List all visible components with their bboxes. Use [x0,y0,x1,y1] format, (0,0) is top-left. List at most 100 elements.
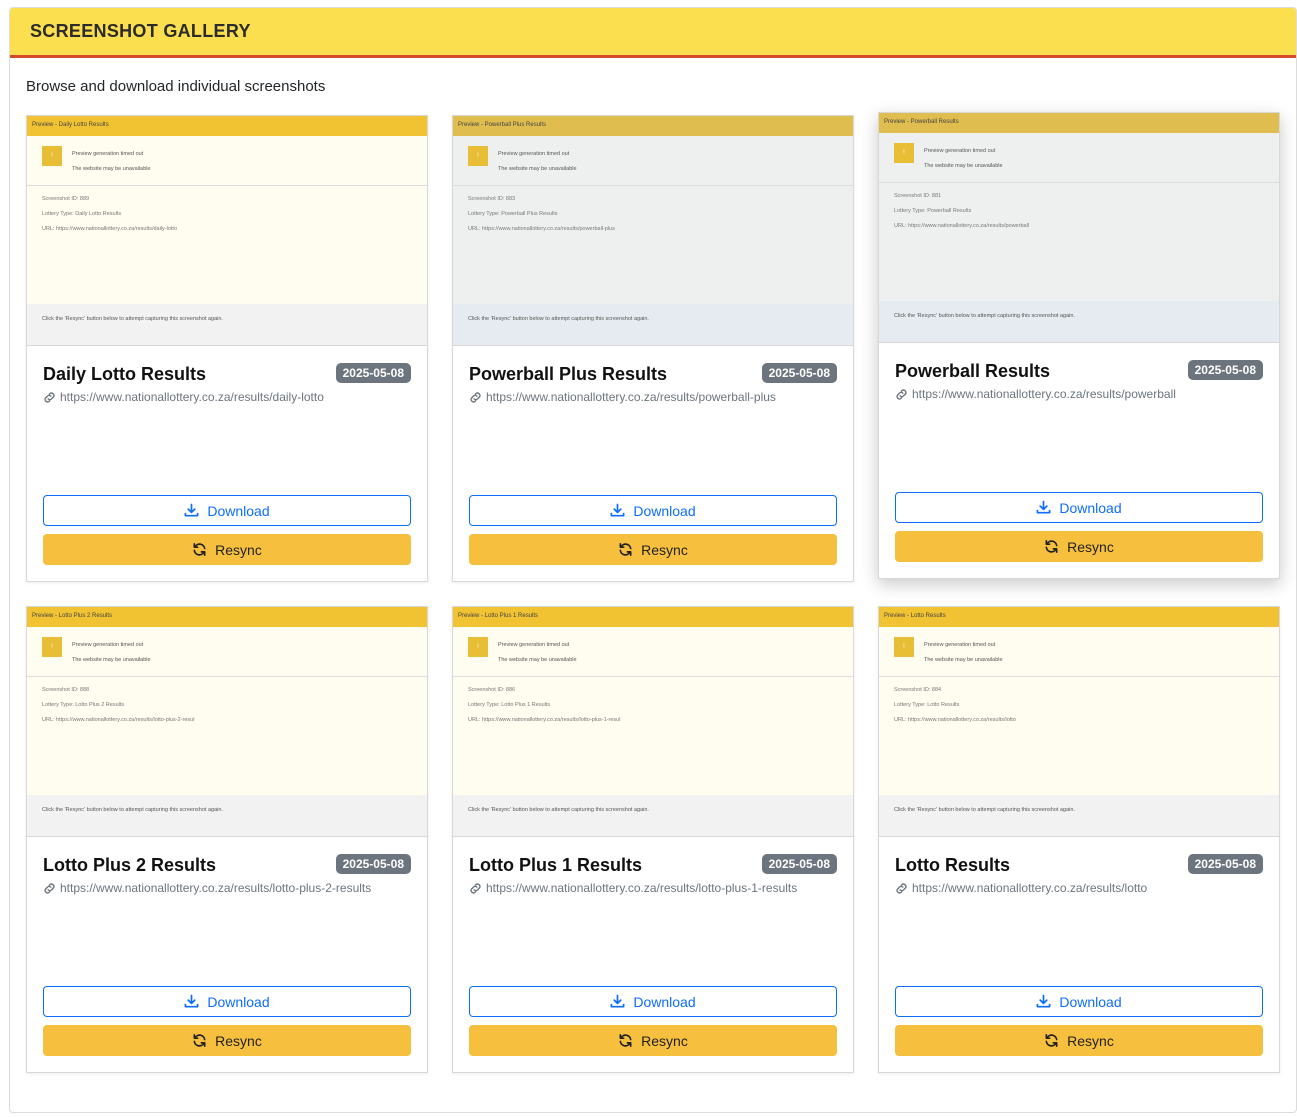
preview-url: URL: https://www.nationallottery.co.za/r… [42,717,195,723]
resync-label: Resync [1067,538,1114,555]
card-title: Powerball Plus Results [469,364,668,384]
panel-header: SCREENSHOT GALLERY [10,8,1296,58]
link-icon [896,882,907,894]
link-icon [44,882,55,894]
preview-submessage: The website may be unavailable [72,166,151,172]
card-url-text: https://www.nationallottery.co.za/result… [912,387,1176,401]
preview-footer: Click the 'Resync' button below to attem… [894,313,1075,319]
sync-icon [1045,540,1058,553]
preview-footer: Click the 'Resync' button below to attem… [468,807,649,813]
resync-button[interactable]: Resync [895,1025,1263,1056]
download-icon [1036,500,1051,514]
preview-message: Preview generation timed out [72,642,144,648]
preview-footer: Click the 'Resync' button below to attem… [42,316,223,322]
card-title: Lotto Plus 2 Results [43,855,217,875]
resync-label: Resync [641,541,688,558]
card-url[interactable]: https://www.nationallottery.co.za/result… [895,881,1147,895]
download-button[interactable]: Download [43,986,411,1017]
screenshot-card: Preview - Lotto Plus 1 Results ! Preview… [452,606,854,1073]
download-button[interactable]: Download [469,986,837,1017]
resync-button[interactable]: Resync [43,1025,411,1056]
preview-screenshot-id: Screenshot ID: 884 [894,687,942,693]
preview-header-text: Preview - Daily Lotto Results [32,122,109,128]
card-url[interactable]: https://www.nationallottery.co.za/result… [43,390,324,404]
link-icon [896,388,907,400]
resync-button[interactable]: Resync [469,1025,837,1056]
preview-url: URL: https://www.nationallottery.co.za/r… [42,226,178,232]
panel-title: SCREENSHOT GALLERY [30,21,251,41]
screenshot-preview[interactable]: Preview - Lotto Plus 1 Results ! Preview… [453,607,853,837]
preview-header: Preview - Lotto Results [879,607,1279,627]
screenshot-card: Preview - Powerball Results ! Preview ge… [878,112,1280,579]
card-title: Lotto Plus 1 Results [469,855,643,875]
screenshot-preview[interactable]: Preview - Lotto Results ! Preview genera… [879,607,1279,837]
date-badge: 2025-05-08 [1187,854,1263,874]
preview-url: URL: https://www.nationallottery.co.za/r… [468,226,615,232]
preview-footer: Click the 'Resync' button below to attem… [468,316,649,322]
preview-screenshot-id: Screenshot ID: 889 [42,196,90,202]
download-label: Download [1059,993,1122,1010]
card-url-text: https://www.nationallottery.co.za/result… [912,881,1148,895]
warning-icon: ! [42,146,62,166]
download-label: Download [1059,499,1122,516]
resync-button[interactable]: Resync [469,534,837,565]
download-label: Download [207,993,270,1010]
screenshot-preview[interactable]: Preview - Lotto Plus 2 Results ! Preview… [27,607,427,837]
download-button[interactable]: Download [895,986,1263,1017]
card-url-text: https://www.nationallottery.co.za/result… [60,881,372,895]
screenshot-preview[interactable]: Preview - Powerball Plus Results ! Previ… [453,116,853,346]
warning-icon: ! [468,637,488,657]
preview-lottery-type: Lottery Type: Lotto Results [894,702,960,708]
screenshot-preview[interactable]: Preview - Daily Lotto Results ! Preview … [27,116,427,346]
screenshot-preview[interactable]: Preview - Powerball Results ! Preview ge… [879,113,1279,343]
preview-header: Preview - Lotto Plus 1 Results [453,607,853,627]
sync-icon [619,1034,632,1047]
card-url[interactable]: https://www.nationallottery.co.za/result… [469,881,797,895]
preview-header-text: Preview - Powerball Plus Results [458,122,547,128]
card-url[interactable]: https://www.nationallottery.co.za/result… [43,881,371,895]
date-badge: 2025-05-08 [761,363,837,383]
link-icon [470,391,481,403]
preview-screenshot-id: Screenshot ID: 883 [468,196,516,202]
resync-label: Resync [641,1032,688,1049]
sync-icon [619,543,632,556]
preview-header: Preview - Powerball Plus Results [453,116,853,136]
download-button[interactable]: Download [895,492,1263,523]
card-url[interactable]: https://www.nationallottery.co.za/result… [895,387,1176,401]
card-title: Daily Lotto Results [43,364,207,384]
preview-lottery-type: Lottery Type: Lotto Plus 2 Results [42,702,125,708]
preview-header-text: Preview - Lotto Plus 1 Results [458,613,539,619]
preview-url: URL: https://www.nationallottery.co.za/r… [468,717,621,723]
download-label: Download [633,993,696,1010]
screenshot-card: Preview - Powerball Plus Results ! Previ… [452,115,854,582]
card-title: Lotto Results [895,855,1010,875]
download-button[interactable]: Download [469,495,837,526]
download-label: Download [207,502,270,519]
card-url-text: https://www.nationallottery.co.za/result… [60,390,324,404]
preview-message: Preview generation timed out [498,642,570,648]
preview-message: Preview generation timed out [72,151,144,157]
preview-header: Preview - Powerball Results [879,113,1279,133]
resync-label: Resync [215,541,262,558]
download-icon [184,503,199,517]
preview-submessage: The website may be unavailable [498,166,577,172]
preview-footer: Click the 'Resync' button below to attem… [894,807,1075,813]
date-badge: 2025-05-08 [1187,360,1263,380]
preview-header-text: Preview - Lotto Results [884,613,946,619]
sync-icon [193,1034,206,1047]
link-icon [44,391,55,403]
resync-button[interactable]: Resync [43,534,411,565]
download-icon [610,503,625,517]
download-button[interactable]: Download [43,495,411,526]
preview-screenshot-id: Screenshot ID: 881 [894,193,942,199]
download-icon [610,994,625,1008]
card-title: Powerball Results [895,361,1051,381]
preview-submessage: The website may be unavailable [924,657,1003,663]
card-url-text: https://www.nationallottery.co.za/result… [486,390,776,404]
preview-lottery-type: Lottery Type: Powerball Plus Results [468,211,558,217]
date-badge: 2025-05-08 [335,854,411,874]
card-url[interactable]: https://www.nationallottery.co.za/result… [469,390,776,404]
sync-icon [193,543,206,556]
sync-icon [1045,1034,1058,1047]
resync-button[interactable]: Resync [895,531,1263,562]
